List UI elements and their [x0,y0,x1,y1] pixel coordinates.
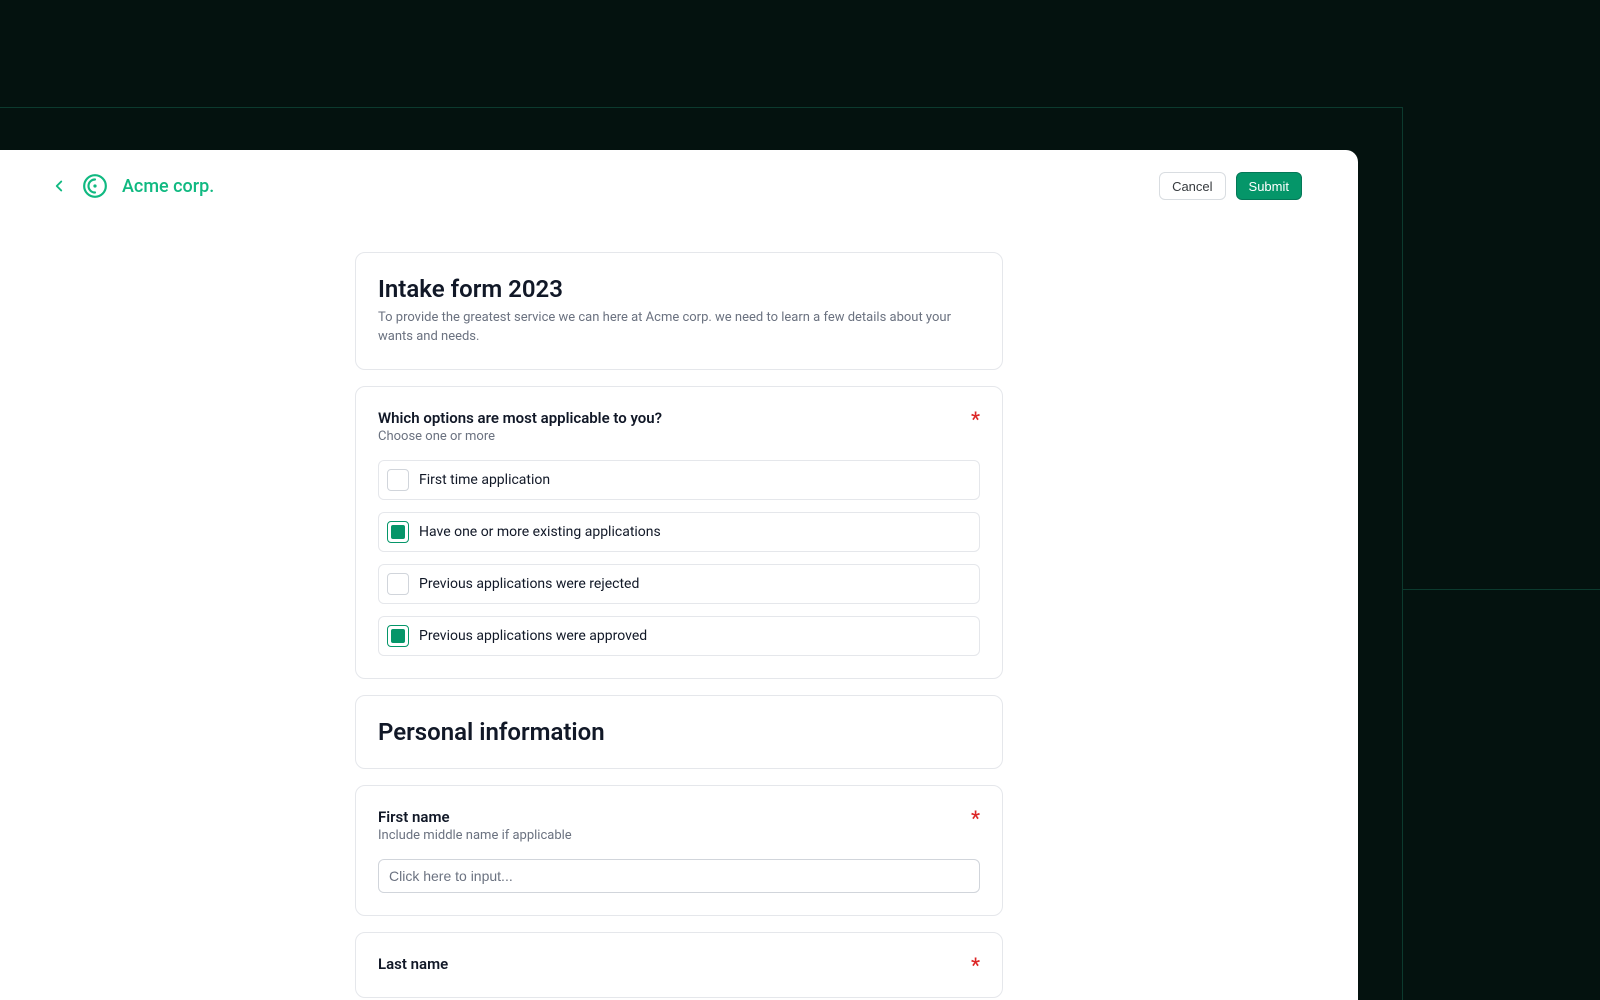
section-title: Personal information [378,718,980,746]
app-window: Acme corp. Cancel Submit Intake form 202… [0,150,1358,1000]
checkbox-icon [387,625,409,647]
header-right: Cancel Submit [1159,172,1302,200]
checkbox-icon [387,573,409,595]
back-icon[interactable] [50,177,68,195]
question-title: Which options are most applicable to you… [378,409,959,427]
question-helper: Choose one or more [378,429,959,444]
bg-decorative-line [0,107,1403,108]
option-label: Have one or more existing applications [419,524,661,540]
header-left: Acme corp. [50,173,214,199]
question-card-last-name: Last name * [355,932,1003,998]
question-card-options: Which options are most applicable to you… [355,386,1003,679]
option-list: First time application Have one or more … [378,460,980,656]
brand-logo-icon [82,173,108,199]
form-scroll-area[interactable]: Intake form 2023 To provide the greatest… [0,222,1358,1000]
form-title: Intake form 2023 [378,275,980,303]
bg-decorative-line [1402,107,1403,1000]
app-header: Acme corp. Cancel Submit [0,150,1358,222]
section-card-personal: Personal information [355,695,1003,769]
question-helper: Include middle name if applicable [378,828,959,843]
checkbox-option[interactable]: Have one or more existing applications [378,512,980,552]
cancel-button[interactable]: Cancel [1159,172,1225,200]
bg-decorative-line [1403,589,1600,590]
question-card-first-name: First name Include middle name if applic… [355,785,1003,916]
option-label: Previous applications were rejected [419,576,639,592]
brand-name[interactable]: Acme corp. [122,176,214,197]
checkbox-option[interactable]: First time application [378,460,980,500]
question-title: First name [378,808,959,826]
checkbox-option[interactable]: Previous applications were rejected [378,564,980,604]
submit-button[interactable]: Submit [1236,172,1302,200]
checkbox-icon [387,521,409,543]
first-name-input[interactable] [378,859,980,893]
required-indicator-icon: * [971,409,980,429]
option-label: First time application [419,472,550,488]
form-description: To provide the greatest service we can h… [378,309,980,347]
checkbox-option[interactable]: Previous applications were approved [378,616,980,656]
intro-card: Intake form 2023 To provide the greatest… [355,252,1003,370]
question-title: Last name [378,955,959,973]
required-indicator-icon: * [971,955,980,975]
checkbox-icon [387,469,409,491]
option-label: Previous applications were approved [419,628,647,644]
required-indicator-icon: * [971,808,980,828]
